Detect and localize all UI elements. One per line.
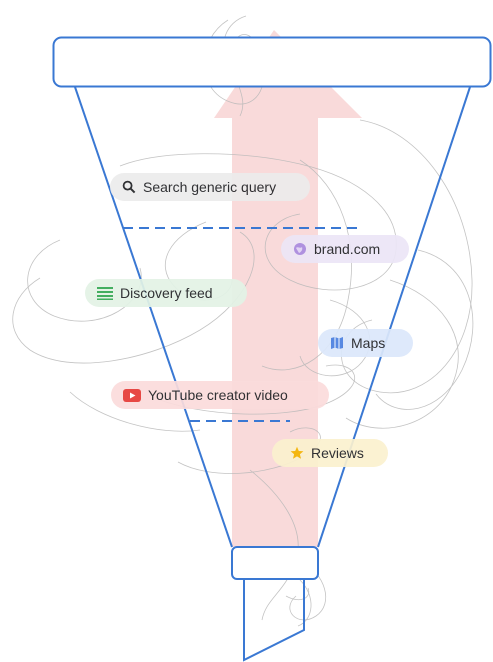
- brand-chip-label: brand.com: [314, 241, 381, 257]
- search-chip-label: Search generic query: [143, 179, 277, 195]
- funnel-left-side: [74, 86, 233, 548]
- brand-site-chip: brand.com: [281, 235, 409, 263]
- funnel-right-side: [317, 86, 471, 548]
- youtube-chip-label: YouTube creator video: [148, 387, 288, 403]
- reviews-chip-label: Reviews: [311, 445, 364, 461]
- search-generic-query-chip: Search generic query: [110, 173, 310, 201]
- funnel-bottom-box: [231, 546, 319, 580]
- discovery-feed-chip: Discovery feed: [85, 279, 247, 307]
- youtube-play-icon: [123, 388, 141, 402]
- funnel-diagram: [12, 15, 492, 662]
- star-icon: [290, 446, 304, 460]
- discovery-chip-label: Discovery feed: [120, 285, 213, 301]
- reviews-chip: Reviews: [272, 439, 388, 467]
- map-icon: [330, 336, 344, 350]
- funnel-top-bar: [52, 36, 492, 88]
- search-icon: [122, 180, 136, 194]
- funnel-spout: [243, 580, 305, 662]
- maps-chip-label: Maps: [351, 335, 386, 351]
- globe-icon: [293, 242, 307, 256]
- feed-lines-icon: [97, 286, 113, 300]
- youtube-creator-video-chip: YouTube creator video: [111, 381, 329, 409]
- maps-chip: Maps: [318, 329, 413, 357]
